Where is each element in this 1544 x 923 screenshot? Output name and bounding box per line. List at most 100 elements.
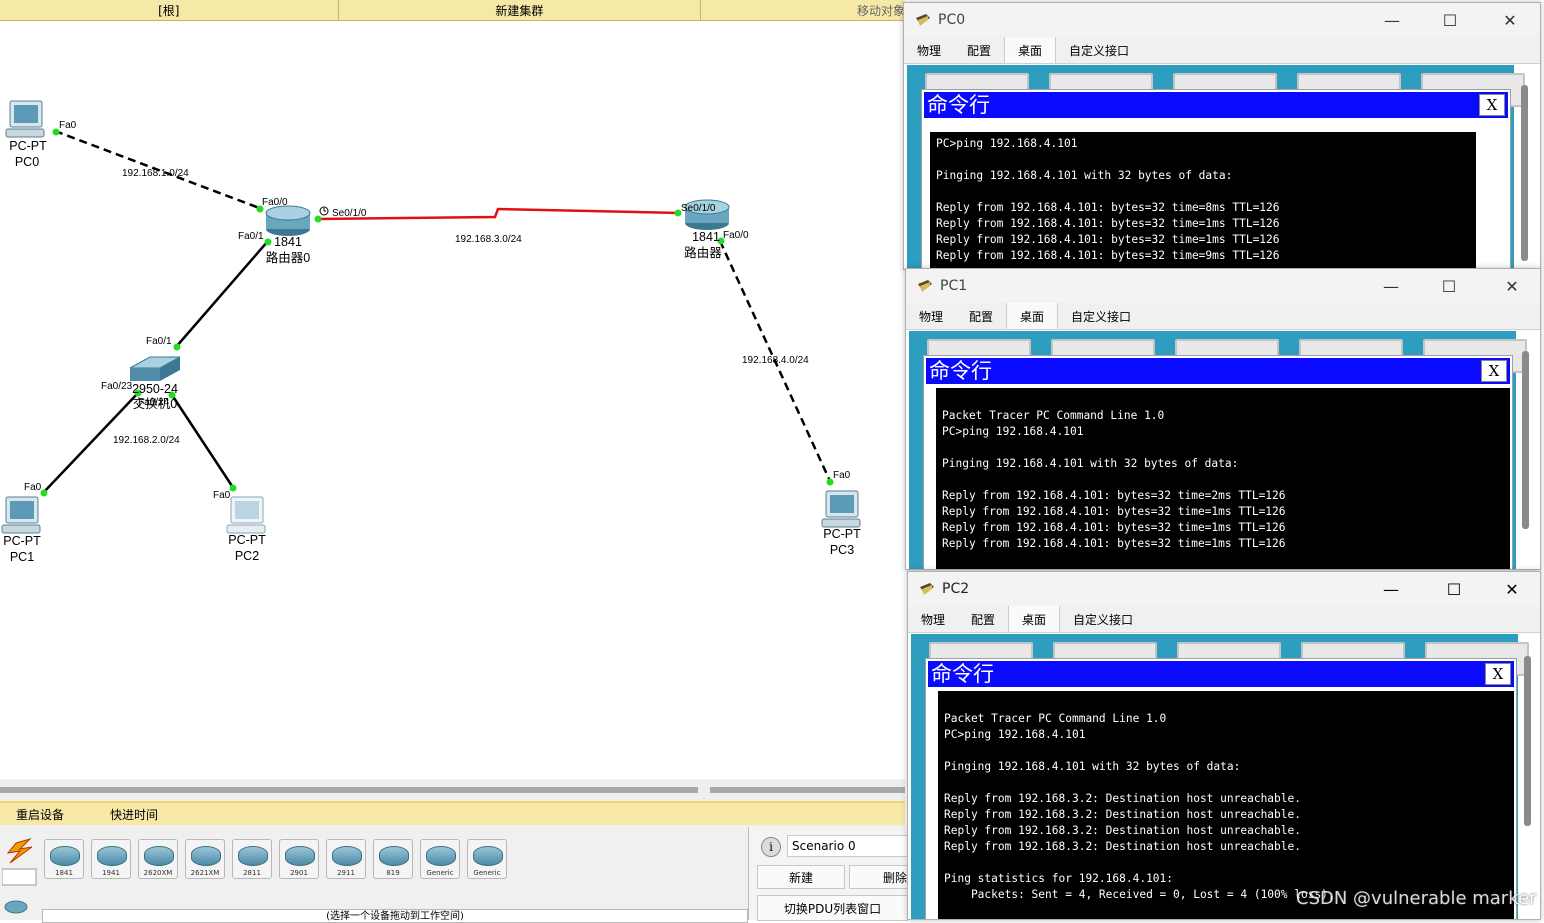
command-prompt-close-button[interactable]: X: [1479, 94, 1505, 116]
tab-config[interactable]: 配置: [954, 37, 1004, 63]
router0-name: 路由器0: [266, 250, 311, 265]
terminal-output[interactable]: Packet Tracer PC Command Line 1.0 PC>ping…: [936, 388, 1510, 569]
tab-physical[interactable]: 物理: [908, 606, 958, 632]
pc1-window: PC1 — ☐ ✕ 物理 配置 桌面 自定义接口 命令行 X Packet Tr…: [905, 268, 1541, 570]
command-prompt-close-button[interactable]: X: [1481, 360, 1507, 382]
tab-custom-interface[interactable]: 自定义接口: [1060, 606, 1146, 632]
router0-icon[interactable]: [265, 205, 311, 236]
maximize-button[interactable]: ☐: [1422, 3, 1478, 37]
pc0-tabs: 物理 配置 桌面 自定义接口: [904, 37, 1540, 64]
device-model-1941[interactable]: 1941: [91, 839, 131, 879]
device-model-2901[interactable]: 2901: [279, 839, 319, 879]
link-switch-pc2[interactable]: [170, 394, 236, 490]
new-label: 新建: [788, 870, 813, 885]
link-r0-switch[interactable]: [175, 240, 269, 348]
device-model-819[interactable]: 819: [373, 839, 413, 879]
window-vscroll[interactable]: [1524, 656, 1531, 826]
device-model-generic-1[interactable]: Generic: [420, 839, 460, 879]
device-model-2621xm[interactable]: 2621XM: [185, 839, 225, 879]
device-category-panel[interactable]: [1, 833, 38, 919]
maximize-button[interactable]: ☐: [1421, 269, 1477, 303]
hscroll-thumb-2[interactable]: [710, 787, 905, 793]
pc0-icon[interactable]: [5, 100, 45, 138]
terminal-output[interactable]: Packet Tracer PC Command Line 1.0 PC>ping…: [938, 691, 1514, 919]
packet-tracer-icon: [916, 14, 930, 26]
terminal-line: PC>ping 192.168.4.101: [944, 728, 1086, 741]
delete-scenario-button[interactable]: 删除: [849, 865, 908, 889]
minimize-button[interactable]: —: [1363, 572, 1419, 606]
pc2-title: PC2: [942, 581, 970, 597]
window-vscroll[interactable]: [1522, 351, 1529, 529]
pc0-name: PC0: [15, 155, 39, 169]
device-model-label: 2901: [290, 869, 308, 877]
pc0-model: PC-PT: [9, 139, 47, 153]
packet-tracer-icon: [920, 583, 934, 595]
device-model-2911[interactable]: 2911: [326, 839, 366, 879]
command-prompt-close-button[interactable]: X: [1485, 663, 1511, 685]
pc1-title: PC1: [940, 278, 968, 294]
device-model-2811[interactable]: 2811: [232, 839, 272, 879]
pc1-icon[interactable]: [1, 496, 41, 534]
pc1-model: PC-PT: [3, 534, 41, 548]
move-object-button[interactable]: 移动对象: [701, 0, 905, 20]
pc1-titlebar[interactable]: PC1 — ☐ ✕: [906, 269, 1540, 303]
tab-custom-interface[interactable]: 自定义接口: [1058, 303, 1144, 329]
bottom-panel: 重启设备 快进时间 1841 1941 2620XM 2621XM 2811 2…: [0, 801, 912, 923]
device-model-label: Generic: [473, 869, 501, 877]
terminal-output[interactable]: PC>ping 192.168.4.101 Pinging 192.168.4.…: [930, 132, 1476, 269]
pc2-icon[interactable]: [226, 496, 266, 534]
toggle-pdu-list-button[interactable]: 切换PDU列表窗口: [757, 895, 908, 921]
switch0-icon[interactable]: [129, 356, 181, 381]
maximize-button[interactable]: ☐: [1426, 572, 1482, 606]
terminal-line: PC>ping 192.168.4.101: [942, 425, 1084, 438]
root-label: [根]: [158, 3, 180, 18]
packet-tracer-icon: [918, 280, 932, 292]
minimize-button[interactable]: —: [1364, 3, 1420, 37]
command-prompt-title: 命令行: [929, 359, 992, 383]
device-model-2620xm[interactable]: 2620XM: [138, 839, 178, 879]
tab-physical[interactable]: 物理: [904, 37, 954, 63]
scenario-select[interactable]: Scenario 0: [787, 835, 912, 857]
port-sw-fa01: Fa0/1: [146, 336, 172, 347]
device-model-generic-2[interactable]: Generic: [467, 839, 507, 879]
workspace-hscroll[interactable]: [0, 779, 905, 801]
router1-name: 路由器: [684, 245, 722, 260]
command-prompt-title: 命令行: [931, 662, 994, 686]
new-cluster-button[interactable]: 新建集群: [339, 0, 702, 20]
close-button[interactable]: ✕: [1484, 269, 1540, 303]
new-cluster-label: 新建集群: [495, 3, 544, 18]
terminal-line: Reply from 192.168.4.101: bytes=32 time=…: [936, 233, 1280, 246]
tab-desktop[interactable]: 桌面: [1008, 606, 1061, 632]
terminal-line: Reply from 192.168.4.101: bytes=32 time=…: [942, 521, 1286, 534]
pc3-icon[interactable]: [821, 490, 861, 528]
pc2-titlebar[interactable]: PC2 — ☐ ✕: [908, 572, 1540, 606]
pc0-titlebar[interactable]: PC0 — ☐ ✕: [904, 3, 1540, 37]
tab-config[interactable]: 配置: [958, 606, 1008, 632]
terminal-line: Reply from 192.168.4.101: bytes=32 time=…: [942, 537, 1286, 550]
tab-custom-interface[interactable]: 自定义接口: [1056, 37, 1142, 63]
window-vscroll[interactable]: [1521, 85, 1528, 261]
device-model-label: 2621XM: [190, 869, 220, 877]
root-button[interactable]: [根]: [0, 0, 339, 20]
terminal-line: Pinging 192.168.4.101 with 32 bytes of d…: [944, 760, 1241, 773]
new-scenario-button[interactable]: 新建: [757, 865, 845, 889]
tab-desktop[interactable]: 桌面: [1006, 303, 1059, 329]
link-r0-r1-serial[interactable]: [317, 207, 681, 221]
tab-desktop[interactable]: 桌面: [1004, 37, 1057, 63]
router-icon: [97, 846, 127, 866]
fast-forward-button[interactable]: 快进时间: [110, 806, 158, 823]
minimize-button[interactable]: —: [1363, 269, 1419, 303]
restart-devices-button[interactable]: 重启设备: [16, 806, 64, 823]
bottom-header: 重启设备 快进时间: [0, 803, 905, 825]
tab-physical[interactable]: 物理: [906, 303, 956, 329]
close-button[interactable]: ✕: [1482, 3, 1538, 37]
device-model-1841[interactable]: 1841: [44, 839, 84, 879]
logical-workspace[interactable]: PC-PT PC0 1841 路由器0 1841 路由器 2950-24 交换机…: [0, 21, 905, 779]
hscroll-thumb[interactable]: [0, 787, 698, 793]
tab-config[interactable]: 配置: [956, 303, 1006, 329]
close-button[interactable]: ✕: [1484, 572, 1540, 606]
